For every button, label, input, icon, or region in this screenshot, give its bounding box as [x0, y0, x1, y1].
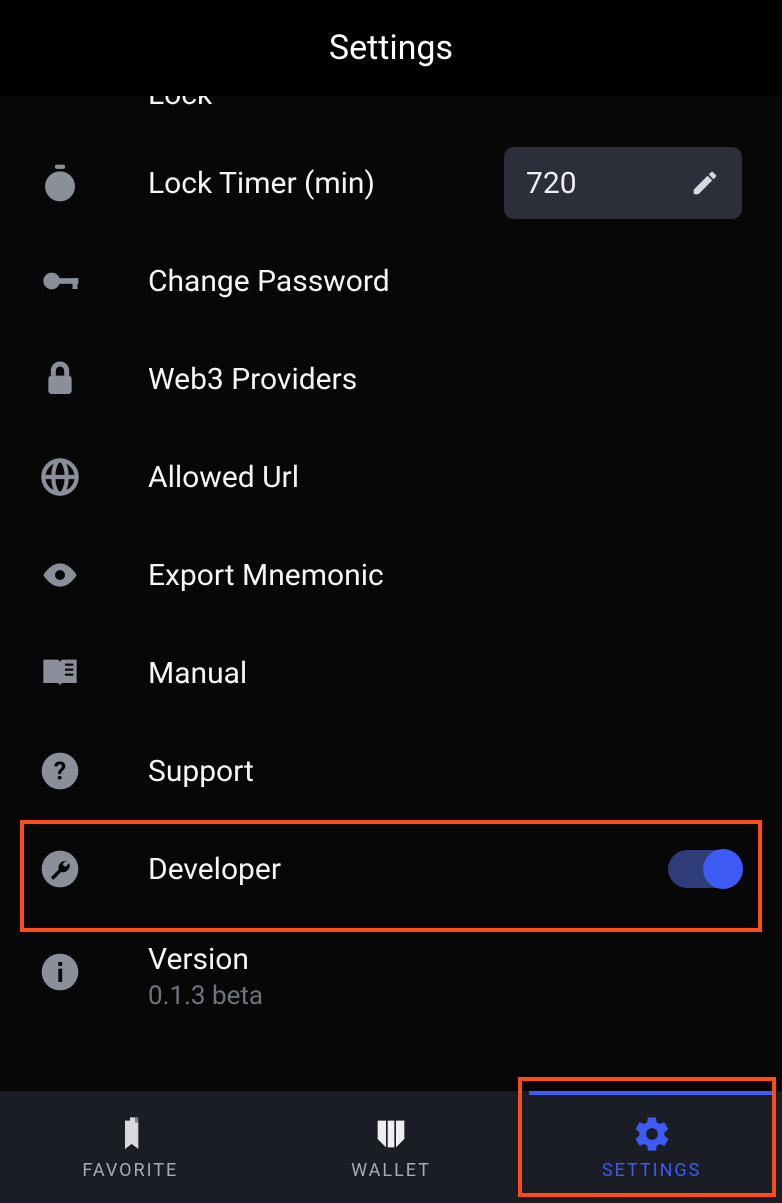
lock-timer-label: Lock Timer (min) — [148, 166, 504, 201]
row-change-password[interactable]: Change Password — [30, 232, 752, 330]
lock-timer-input[interactable]: 720 — [504, 147, 742, 219]
version-value: 0.1.3 beta — [148, 981, 742, 1011]
page-title: Settings — [329, 28, 453, 68]
row-web3-providers[interactable]: Web3 Providers — [30, 330, 752, 428]
support-label: Support — [148, 754, 742, 789]
row-export-mnemonic[interactable]: Export Mnemonic — [30, 526, 752, 624]
key-icon — [40, 261, 80, 301]
nav-settings[interactable]: SETTINGS — [521, 1091, 782, 1203]
row-manual[interactable]: Manual — [30, 624, 752, 722]
bottom-nav: FAVORITE WALLET SETTINGS — [0, 1091, 782, 1203]
toggle-knob — [703, 849, 743, 889]
developer-label: Developer — [148, 852, 668, 887]
edit-icon — [690, 168, 720, 198]
export-mnemonic-label: Export Mnemonic — [148, 558, 742, 593]
lock-icon — [40, 359, 80, 399]
lock-timer-value: 720 — [526, 166, 577, 201]
web3-providers-label: Web3 Providers — [148, 362, 742, 397]
nav-favorite[interactable]: FAVORITE — [0, 1091, 261, 1203]
bookmark-icon — [110, 1114, 150, 1154]
nav-wallet[interactable]: WALLET — [261, 1091, 522, 1203]
row-support[interactable]: ? Support — [30, 722, 752, 820]
version-label: Version — [148, 942, 742, 977]
lock-label: Lock — [148, 96, 212, 100]
row-developer: Developer — [30, 820, 752, 918]
nav-settings-label: SETTINGS — [602, 1160, 701, 1181]
active-indicator — [529, 1091, 774, 1095]
header: Settings — [0, 0, 782, 96]
nav-favorite-label: FAVORITE — [82, 1160, 178, 1181]
row-allowed-url[interactable]: Allowed Url — [30, 428, 752, 526]
gear-icon — [632, 1114, 672, 1154]
globe-icon — [40, 457, 80, 497]
help-icon: ? — [40, 751, 80, 791]
settings-list: Lock Lock Timer (min) 720 — [0, 96, 782, 1091]
row-lock[interactable]: Lock — [30, 96, 752, 106]
row-version: Version 0.1.3 beta — [30, 918, 752, 1016]
nav-wallet-label: WALLET — [351, 1160, 431, 1181]
wallet-icon — [371, 1114, 411, 1154]
stopwatch-icon — [40, 163, 80, 203]
eye-icon — [40, 555, 80, 595]
manual-label: Manual — [148, 656, 742, 691]
wrench-icon — [40, 849, 80, 889]
svg-text:?: ? — [54, 757, 66, 786]
row-lock-timer: Lock Timer (min) 720 — [30, 134, 752, 232]
book-icon — [40, 653, 80, 693]
info-icon — [40, 952, 80, 992]
allowed-url-label: Allowed Url — [148, 460, 742, 495]
change-password-label: Change Password — [148, 264, 742, 299]
developer-toggle[interactable] — [668, 850, 742, 888]
